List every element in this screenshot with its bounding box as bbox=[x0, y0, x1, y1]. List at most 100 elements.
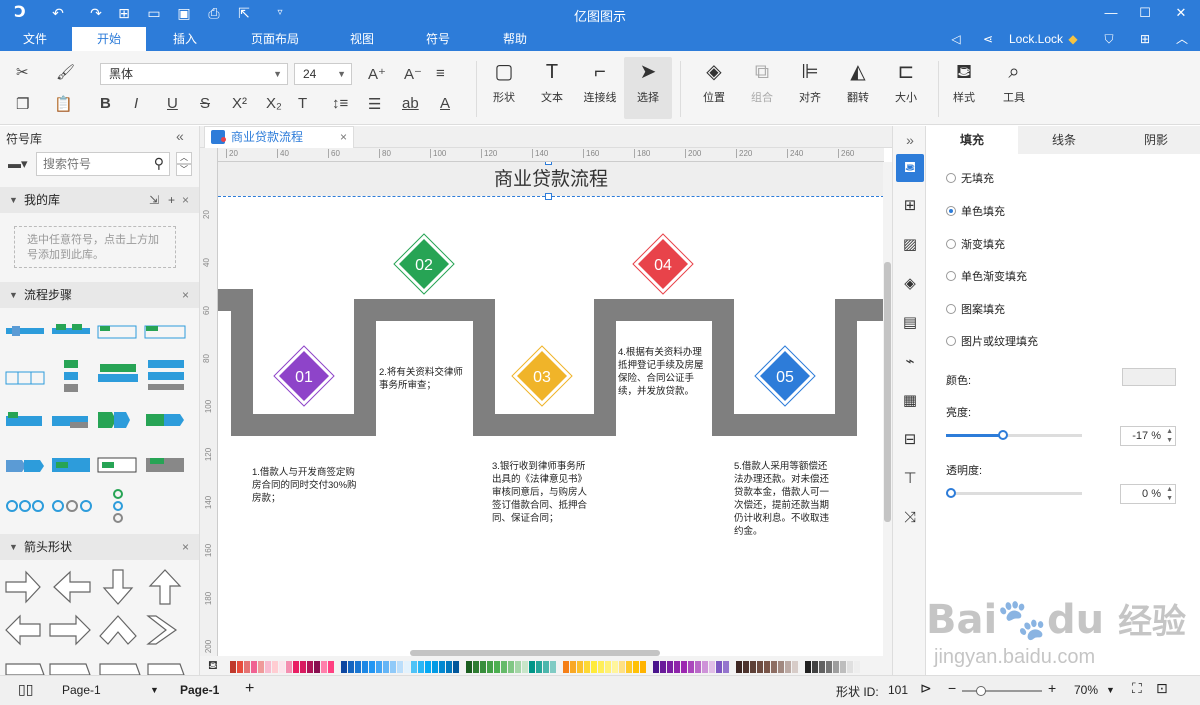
menu-insert[interactable]: 插入 bbox=[160, 27, 210, 51]
color-swatch[interactable] bbox=[688, 661, 694, 673]
menu-help[interactable]: 帮助 bbox=[490, 27, 540, 51]
color-swatch[interactable] bbox=[446, 661, 452, 673]
color-swatch[interactable] bbox=[529, 661, 535, 673]
shrink-font-icon[interactable]: A⁻ bbox=[404, 65, 422, 83]
page-icon[interactable]: ▤ bbox=[896, 309, 924, 337]
color-swatch[interactable] bbox=[466, 661, 472, 673]
underline-button[interactable]: U bbox=[167, 95, 178, 112]
step-1-text[interactable]: 1.借款人与开发商签定购房合同的同时交付30%购房款； bbox=[252, 466, 360, 505]
color-swatch[interactable] bbox=[293, 661, 299, 673]
color-swatch[interactable] bbox=[473, 661, 479, 673]
collapse-panel-icon[interactable]: « bbox=[176, 128, 184, 144]
color-swatch[interactable] bbox=[757, 661, 763, 673]
fill-option-gradient[interactable]: 渐变填充 bbox=[946, 236, 1005, 252]
color-swatch[interactable] bbox=[390, 661, 396, 673]
color-palette[interactable]: ⛾ bbox=[200, 650, 892, 675]
color-swatch[interactable] bbox=[653, 661, 659, 673]
color-swatch[interactable] bbox=[307, 661, 313, 673]
select-button[interactable]: ➤ 选择 bbox=[624, 57, 672, 119]
library-menu-icon[interactable]: ▬▾ bbox=[8, 156, 28, 172]
position-button[interactable]: ◈ 位置 bbox=[690, 57, 738, 119]
superscript-button[interactable]: X² bbox=[232, 95, 247, 112]
color-swatch[interactable] bbox=[792, 661, 798, 673]
color-swatch[interactable] bbox=[508, 661, 514, 673]
color-swatch[interactable] bbox=[411, 661, 417, 673]
play-icon[interactable]: ⊳ bbox=[920, 680, 932, 697]
expand-panel-icon[interactable]: » bbox=[896, 126, 924, 154]
fill-bucket-icon[interactable]: ⛾ bbox=[208, 658, 218, 674]
bullets-icon[interactable]: ☰ bbox=[368, 95, 381, 113]
color-swatch[interactable] bbox=[251, 661, 257, 673]
menu-file[interactable]: 文件 bbox=[10, 27, 60, 51]
step-4-diamond[interactable]: 04 bbox=[632, 233, 694, 295]
minimize-button[interactable]: — bbox=[1098, 3, 1124, 23]
color-swatch[interactable] bbox=[321, 661, 327, 673]
add-icon[interactable]: + bbox=[168, 187, 175, 213]
close-tab-icon[interactable]: × bbox=[340, 127, 347, 147]
color-swatch[interactable] bbox=[736, 661, 742, 673]
color-swatch[interactable] bbox=[619, 661, 625, 673]
color-swatch[interactable] bbox=[439, 661, 445, 673]
fill-icon[interactable]: ⛾ bbox=[896, 154, 924, 182]
color-swatch[interactable] bbox=[840, 661, 846, 673]
apps-icon[interactable]: ⊞ bbox=[1132, 27, 1158, 51]
color-swatch[interactable] bbox=[230, 661, 236, 673]
close-section-icon[interactable]: × bbox=[182, 187, 189, 213]
step-5-diamond[interactable]: 05 bbox=[754, 345, 816, 407]
close-section-icon[interactable]: × bbox=[182, 282, 189, 308]
menu-view[interactable]: 视图 bbox=[337, 27, 387, 51]
step-1-diamond[interactable]: 01 bbox=[273, 345, 335, 407]
line-spacing-icon[interactable]: ↕≡ bbox=[332, 95, 348, 112]
maximize-button[interactable]: ☐ bbox=[1132, 3, 1158, 23]
color-swatch[interactable] bbox=[550, 661, 556, 673]
color-swatch[interactable] bbox=[265, 661, 271, 673]
color-swatch[interactable] bbox=[833, 661, 839, 673]
color-swatch[interactable] bbox=[328, 661, 334, 673]
document-tab[interactable]: 商业贷款流程 × bbox=[204, 126, 354, 148]
close-section-icon[interactable]: × bbox=[182, 534, 189, 560]
group-button[interactable]: ⧉ 组合 bbox=[738, 57, 786, 119]
scroll-down-icon[interactable]: ﹀ bbox=[176, 164, 192, 176]
theme-grid-icon[interactable]: ⊞ bbox=[896, 192, 924, 220]
fill-option-picture[interactable]: 图片或纹理填充 bbox=[946, 333, 1038, 349]
color-swatch[interactable] bbox=[348, 661, 354, 673]
color-swatch[interactable] bbox=[660, 661, 666, 673]
color-swatch[interactable] bbox=[674, 661, 680, 673]
paste-icon[interactable]: 📋 bbox=[54, 95, 73, 113]
slider-knob[interactable] bbox=[998, 430, 1009, 440]
brightness-slider[interactable] bbox=[946, 430, 1082, 440]
color-swatch[interactable] bbox=[501, 661, 507, 673]
scroll-thumb[interactable] bbox=[884, 262, 891, 522]
text-highlight-button[interactable]: ab bbox=[402, 95, 419, 112]
bold-button[interactable]: B bbox=[100, 95, 111, 112]
page-layout-icon[interactable]: ▯▯ bbox=[18, 681, 33, 698]
transparency-slider[interactable] bbox=[946, 488, 1082, 498]
add-page-icon[interactable]: + bbox=[245, 680, 254, 698]
color-swatch[interactable] bbox=[640, 661, 646, 673]
tab-fill[interactable]: 填充 bbox=[926, 126, 1018, 154]
fill-option-pattern[interactable]: 图案填充 bbox=[946, 301, 1005, 317]
step-2-text[interactable]: 2.将有关资料交律师事务所审查； bbox=[379, 366, 471, 392]
color-swatch[interactable] bbox=[667, 661, 673, 673]
color-swatch[interactable] bbox=[826, 661, 832, 673]
spin-arrows-icon[interactable]: ▲ ▼ bbox=[1166, 427, 1173, 445]
size-button[interactable]: ⊏ 大小 bbox=[882, 57, 930, 119]
section-my-library[interactable]: ▼ 我的库 ⇲ + × bbox=[0, 187, 199, 213]
format-painter-icon[interactable]: 🖌 bbox=[56, 63, 75, 81]
layers-icon[interactable]: ◈ bbox=[896, 270, 924, 298]
slider-knob[interactable] bbox=[946, 488, 956, 498]
color-swatch[interactable] bbox=[591, 661, 597, 673]
color-swatch[interactable] bbox=[695, 661, 701, 673]
copy-icon[interactable]: ❐ bbox=[16, 95, 29, 113]
step-3-text[interactable]: 3.银行收到律师事务所出具的《法律意见书》审核同意后，与购房人签订借款合同、抵押… bbox=[492, 460, 592, 525]
spin-arrows-icon[interactable]: ▲ ▼ bbox=[1166, 485, 1173, 503]
color-swatch[interactable] bbox=[812, 661, 818, 673]
flip-button[interactable]: ◭ 翻转 bbox=[834, 57, 882, 119]
color-swatch[interactable] bbox=[778, 661, 784, 673]
table-icon[interactable]: ▦ bbox=[896, 387, 924, 415]
close-button[interactable]: ✕ bbox=[1168, 3, 1194, 23]
cut-icon[interactable]: ✂ bbox=[16, 63, 29, 81]
color-swatch[interactable] bbox=[418, 661, 424, 673]
color-swatch[interactable] bbox=[847, 661, 853, 673]
color-picker[interactable] bbox=[1122, 368, 1176, 386]
